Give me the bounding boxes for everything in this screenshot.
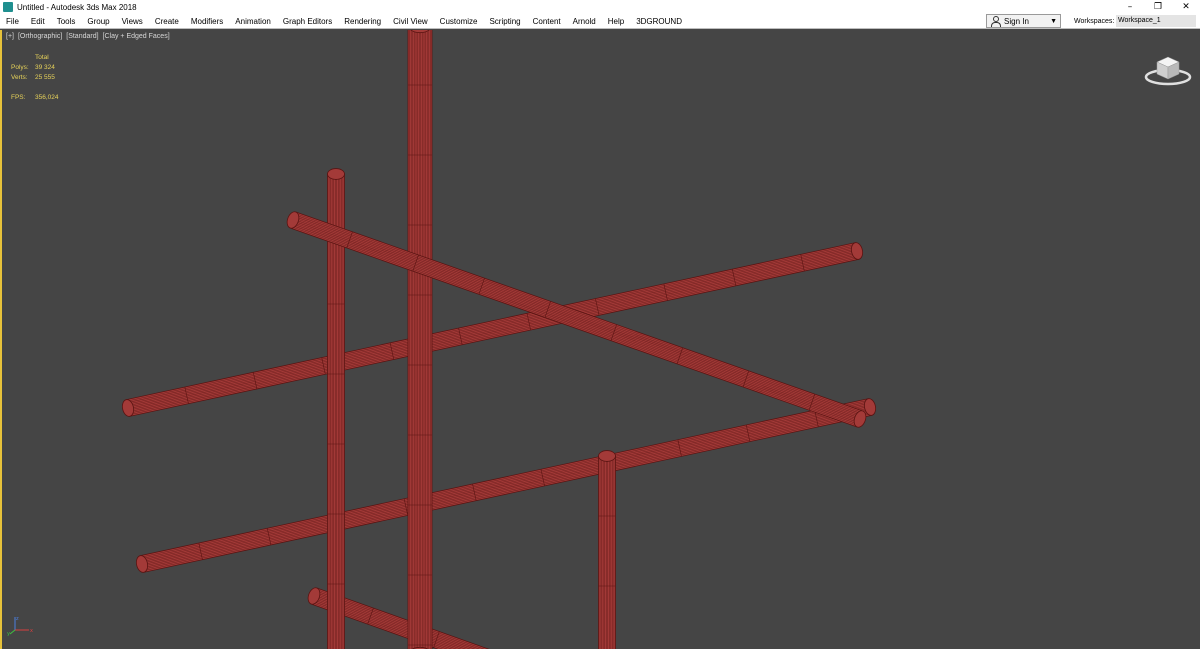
menu-edit[interactable]: Edit [25, 14, 51, 29]
axis-x-label: x [30, 628, 33, 634]
user-icon [990, 16, 1001, 27]
menu-modifiers[interactable]: Modifiers [185, 14, 229, 29]
close-button[interactable]: ✕ [1172, 0, 1200, 14]
viewport-orthographic[interactable]: [+] [Orthographic] [Standard] [Clay + Ed… [0, 30, 1200, 649]
verts-label: Verts: [11, 74, 28, 81]
sign-in-label: Sign In [1004, 16, 1029, 26]
menu-rendering[interactable]: Rendering [338, 14, 387, 29]
fps-label: FPS: [11, 94, 26, 101]
vertical-pipe-tall[interactable] [407, 30, 433, 649]
menu-customize[interactable]: Customize [434, 14, 484, 29]
viewport-label[interactable]: [+] [Orthographic] [Standard] [Clay + Ed… [6, 33, 172, 40]
stats-header: Total [35, 54, 49, 61]
menu-tools[interactable]: Tools [51, 14, 82, 29]
fps-value: 356,024 [35, 94, 59, 101]
window-title: Untitled - Autodesk 3ds Max 2018 [17, 2, 137, 12]
workspace-select[interactable]: Workspace_1 [1116, 15, 1196, 27]
axis-y-label: y [7, 631, 10, 636]
menu-file[interactable]: File [0, 14, 25, 29]
menu-arnold[interactable]: Arnold [567, 14, 602, 29]
viewport-standard[interactable]: [Standard] [66, 33, 98, 40]
polys-label: Polys: [11, 64, 29, 71]
diagonal-pipe-cross[interactable] [285, 210, 868, 429]
pipe-group [121, 30, 877, 649]
menu-civil-view[interactable]: Civil View [387, 14, 434, 29]
menu-help[interactable]: Help [602, 14, 630, 29]
viewport-point-of-view[interactable]: [Orthographic] [18, 33, 62, 40]
polys-value: 39 324 [35, 64, 55, 71]
workspaces-label: Workspaces: [1074, 18, 1115, 25]
diagonal-pipe-lower[interactable] [135, 398, 877, 574]
app-logo-icon [3, 2, 13, 12]
menu-content[interactable]: Content [527, 14, 567, 29]
axis-tripod-icon: z x y [7, 616, 33, 636]
sign-in-dropdown[interactable]: Sign In ▼ [986, 14, 1061, 28]
vertical-pipe-right[interactable] [598, 450, 616, 649]
menu-animation[interactable]: Animation [229, 14, 277, 29]
chevron-down-icon: ▼ [1050, 17, 1057, 25]
minimize-button[interactable]: – [1116, 0, 1144, 14]
menu-scripting[interactable]: Scripting [483, 14, 526, 29]
statistics-overlay: Total Polys: 39 324 Verts: 25 555 FPS: 356,… [11, 53, 59, 103]
viewport-menu-plus[interactable]: [+] [6, 33, 14, 40]
menu-3dground[interactable]: 3DGROUND [630, 14, 688, 29]
window-controls: – ❐ ✕ [1116, 0, 1200, 14]
viewcube-icon[interactable] [1144, 52, 1192, 86]
restore-button[interactable]: ❐ [1144, 0, 1172, 14]
verts-value: 25 555 [35, 74, 55, 81]
diagonal-pipe-upper[interactable] [121, 242, 864, 418]
menu-create[interactable]: Create [149, 14, 185, 29]
title-bar: Untitled - Autodesk 3ds Max 2018 – ❐ ✕ [0, 0, 1200, 14]
scene-canvas[interactable] [2, 30, 1200, 649]
menu-views[interactable]: Views [116, 14, 149, 29]
axis-z-label: z [16, 616, 19, 622]
menu-group[interactable]: Group [81, 14, 115, 29]
menu-graph-editors[interactable]: Graph Editors [277, 14, 338, 29]
viewport-shading[interactable]: [Clay + Edged Faces] [103, 33, 170, 40]
